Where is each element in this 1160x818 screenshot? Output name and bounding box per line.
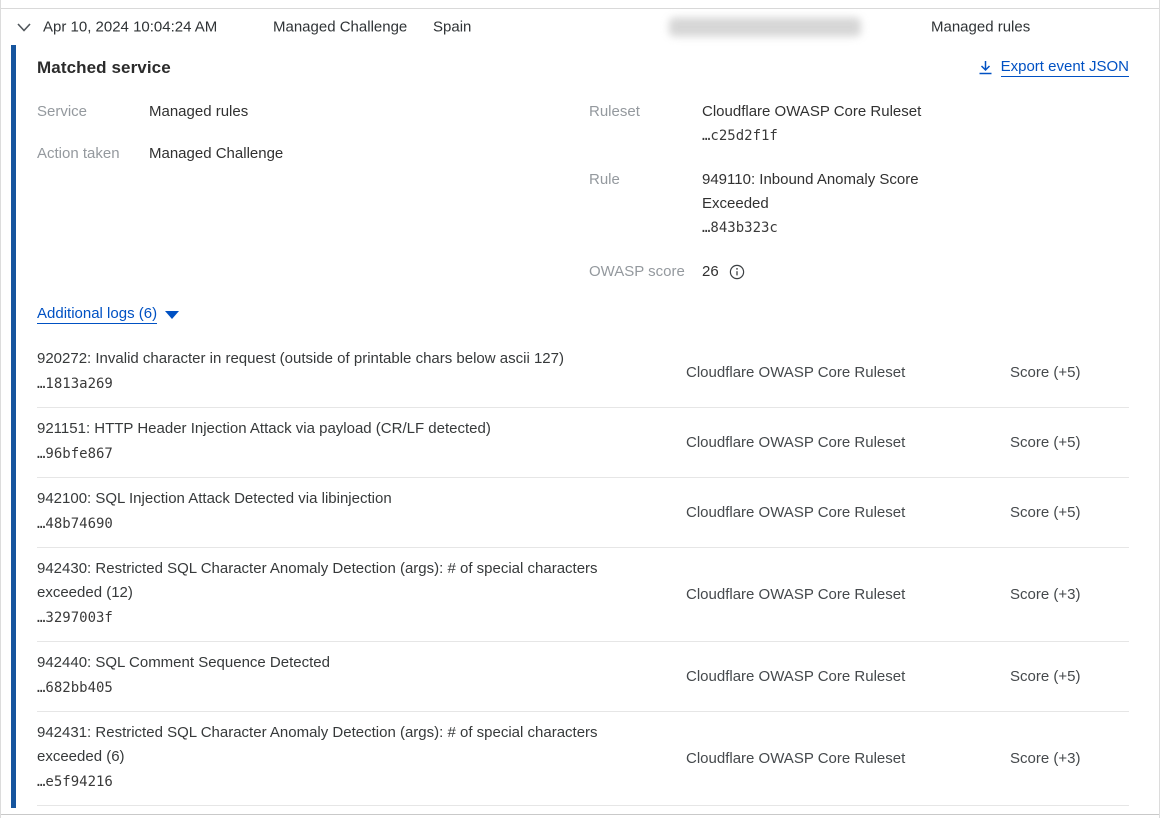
log-ruleset: Cloudflare OWASP Core Ruleset: [665, 750, 987, 767]
additional-logs-table: 920272: Invalid character in request (ou…: [37, 338, 1129, 806]
matched-service-title: Matched service: [37, 58, 171, 78]
log-score: Score (+5): [987, 364, 1129, 381]
event-service: Managed rules: [931, 19, 1030, 36]
log-row: 942440: SQL Comment Sequence Detected …6…: [37, 642, 1129, 712]
log-rule-description: 942431: Restricted SQL Character Anomaly…: [37, 721, 665, 769]
log-ruleset: Cloudflare OWASP Core Ruleset: [665, 586, 987, 603]
ruleset-name: Cloudflare OWASP Core Ruleset: [702, 100, 942, 124]
field-action-taken: Action taken Managed Challenge: [37, 142, 589, 166]
log-rule-description: 942440: SQL Comment Sequence Detected: [37, 651, 665, 675]
chevron-down-icon[interactable]: [15, 18, 33, 36]
log-rule-description: 920272: Invalid character in request (ou…: [37, 347, 665, 371]
download-icon: [978, 60, 993, 76]
firewall-event-detail: Apr 10, 2024 10:04:24 AM Managed Challen…: [0, 0, 1160, 818]
owasp-score-value: 26: [702, 260, 719, 284]
field-label: Action taken: [37, 142, 149, 166]
log-rule-description: 942430: Restricted SQL Character Anomaly…: [37, 557, 665, 605]
rule-name: 949110: Inbound Anomaly Score Exceeded: [702, 168, 942, 216]
log-score: Score (+5): [987, 504, 1129, 521]
event-detail-panel: Matched service Export event JSON Servic…: [1, 45, 1159, 814]
log-rule-description: 942100: SQL Injection Attack Detected vi…: [37, 487, 665, 511]
event-summary-row[interactable]: Apr 10, 2024 10:04:24 AM Managed Challen…: [1, 8, 1159, 45]
info-icon[interactable]: [729, 264, 745, 280]
event-action: Managed Challenge: [273, 19, 407, 36]
log-ruleset: Cloudflare OWASP Core Ruleset: [665, 434, 987, 451]
field-service: Service Managed rules: [37, 100, 589, 124]
top-spacer: [1, 0, 1159, 8]
log-rule-hash: …1813a269: [37, 372, 665, 397]
log-row: 942431: Restricted SQL Character Anomaly…: [37, 712, 1129, 806]
field-value: Managed Challenge: [149, 142, 283, 166]
field-label: OWASP score: [589, 260, 702, 284]
log-rule-hash: …e5f94216: [37, 770, 665, 795]
log-score: Score (+5): [987, 434, 1129, 451]
export-link-label: Export event JSON: [1001, 58, 1129, 77]
event-country: Spain: [433, 19, 471, 36]
field-label: Service: [37, 100, 149, 124]
log-score: Score (+3): [987, 750, 1129, 767]
log-row: 920272: Invalid character in request (ou…: [37, 338, 1129, 408]
caret-down-icon[interactable]: [165, 311, 179, 319]
table-bottom-border: [1, 814, 1159, 815]
log-row: 921151: HTTP Header Injection Attack via…: [37, 408, 1129, 478]
field-ruleset: Ruleset Cloudflare OWASP Core Ruleset …c…: [589, 100, 1129, 149]
field-owasp-score: OWASP score 26: [589, 260, 1129, 284]
log-rule-description: 921151: HTTP Header Injection Attack via…: [37, 417, 665, 441]
log-rule-hash: …682bb405: [37, 676, 665, 701]
rule-id-hash: …843b323c: [702, 216, 942, 241]
log-rule-hash: …96bfe867: [37, 442, 665, 467]
field-label: Ruleset: [589, 100, 702, 124]
log-ruleset: Cloudflare OWASP Core Ruleset: [665, 364, 987, 381]
log-ruleset: Cloudflare OWASP Core Ruleset: [665, 504, 987, 521]
log-rule-hash: …3297003f: [37, 606, 665, 631]
selected-row-accent-bar: [11, 45, 16, 808]
log-score: Score (+5): [987, 668, 1129, 685]
log-ruleset: Cloudflare OWASP Core Ruleset: [665, 668, 987, 685]
ruleset-id-hash: …c25d2f1f: [702, 124, 942, 149]
field-label: Rule: [589, 168, 702, 192]
log-score: Score (+3): [987, 586, 1129, 603]
log-row: 942100: SQL Injection Attack Detected vi…: [37, 478, 1129, 548]
field-rule: Rule 949110: Inbound Anomaly Score Excee…: [589, 168, 1129, 241]
log-rule-hash: …48b74690: [37, 512, 665, 537]
redacted-host-blur: [669, 18, 861, 37]
field-value: Managed rules: [149, 100, 248, 124]
log-row: 942430: Restricted SQL Character Anomaly…: [37, 548, 1129, 642]
event-timestamp: Apr 10, 2024 10:04:24 AM: [43, 19, 217, 36]
additional-logs-toggle[interactable]: Additional logs (6): [37, 305, 157, 324]
export-event-json-link[interactable]: Export event JSON: [978, 58, 1129, 77]
